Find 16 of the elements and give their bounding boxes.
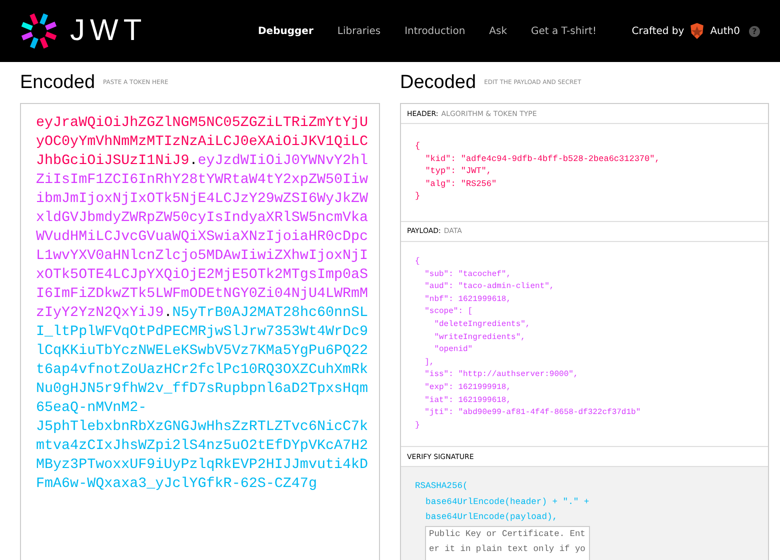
nav-link[interactable]: Debugger (258, 26, 314, 36)
pinwheel-logo-icon (20, 12, 58, 50)
section-title: Decoded (400, 72, 476, 94)
code-block[interactable]: { "kid": "adfe4c94-9dfb-4bff-b528-2bea6c312370", "typ": "JWT", "alg": "RS256" } (415, 136, 754, 213)
logo-wordmark: JWT (70, 14, 147, 48)
nav-link[interactable]: Introduction (404, 26, 466, 36)
nav-link[interactable]: Ask (489, 26, 507, 36)
nav-link[interactable]: Get a T-shirt! (531, 26, 596, 36)
shield-logo-icon (689, 22, 706, 40)
encoded-token-field[interactable]: eyJraWQiOiJhZGZlNGM5NC05ZGZiLTRiZmYtYjU yOC0yYmVhNmMzMTIzNzAiLCJ0eXAiOiJKV1QiLC JhbGciOiJSUzI1NiJ9.eyJzdWIiOiJ0YWNvY2hl ZiIsImF1ZCI6InRhY28tYWRtaW4tY2xpZW50Iiw ibmJmIjoxNjIxOTk5NjE4LCJzY29wZSI6WyJkZW xldGVJbmdyZWRpZW50cyIsIndyaXRlSW5ncmVka WVudHMiLCJvcGVuaWQiXSwiaXNzIjoiaHR0cDpc L1wvYXV0aHNlcnZlcjo5MDAwIiwiZXhwIjoxNjI xOTk5OTE4LCJpYXQiOjE2MjE5OTk2MTgsImp0aS I6ImFiZDkwZTk5LWFmODEtNGY0Zi04NjU4LWRmM zIyY2YzN2QxYiJ9.N5yTrB0AJ2MAT28hc60nnSL I_ltPplWFVqOtPdPECMRjwSlJrw7353Wt4WrDc9 lCqKKiuTbYczNWELeKSwbV5Vz7KMa5YgPu6PQ22 t6ap4vfnotZoUazHCr2fclPc10RQ3OXZCuhXmRk Nu0gHJN5r9fhW2v_ffD7sRupbpnl6aD2TpxsHqm 65eaQ-nMVnM2- J5phTlebxbnRbXzGNGJwHhsZzRTLZTvc6NicC7k mtva4zCIxJhsWZpi2lS4nz5uO2tEfDYpVKcA7H2 MByz3PTwoxxUF9iUyPzlqRkEVP2HIJJmvuti4kD FmA6w-WQxaxa3_yJclYGfkR-62S-CZ47g (20, 103, 380, 560)
crafted-by-text: Crafted by (632, 26, 684, 36)
brand-link[interactable]: Auth0 (710, 26, 740, 36)
section-title: Encoded (20, 72, 96, 94)
nav-link[interactable]: Libraries (337, 26, 381, 36)
code-block[interactable]: { "sub": "tacochef", "aud": "taco-admin-client", "nbf": 1621999618, "scope": [ "deleteIngredients", "writeIngredients", "openid" ], "iss": "http://authserver:9000", "exp": 1621999918, "iat": 1621999618, "jti": "abd90e99-af81-4f4f-8658-df322cf37d1b" } (415, 254, 754, 438)
public-key-field[interactable]: Public Key or Certificate. Enter it in plain text only if yo (425, 526, 590, 560)
